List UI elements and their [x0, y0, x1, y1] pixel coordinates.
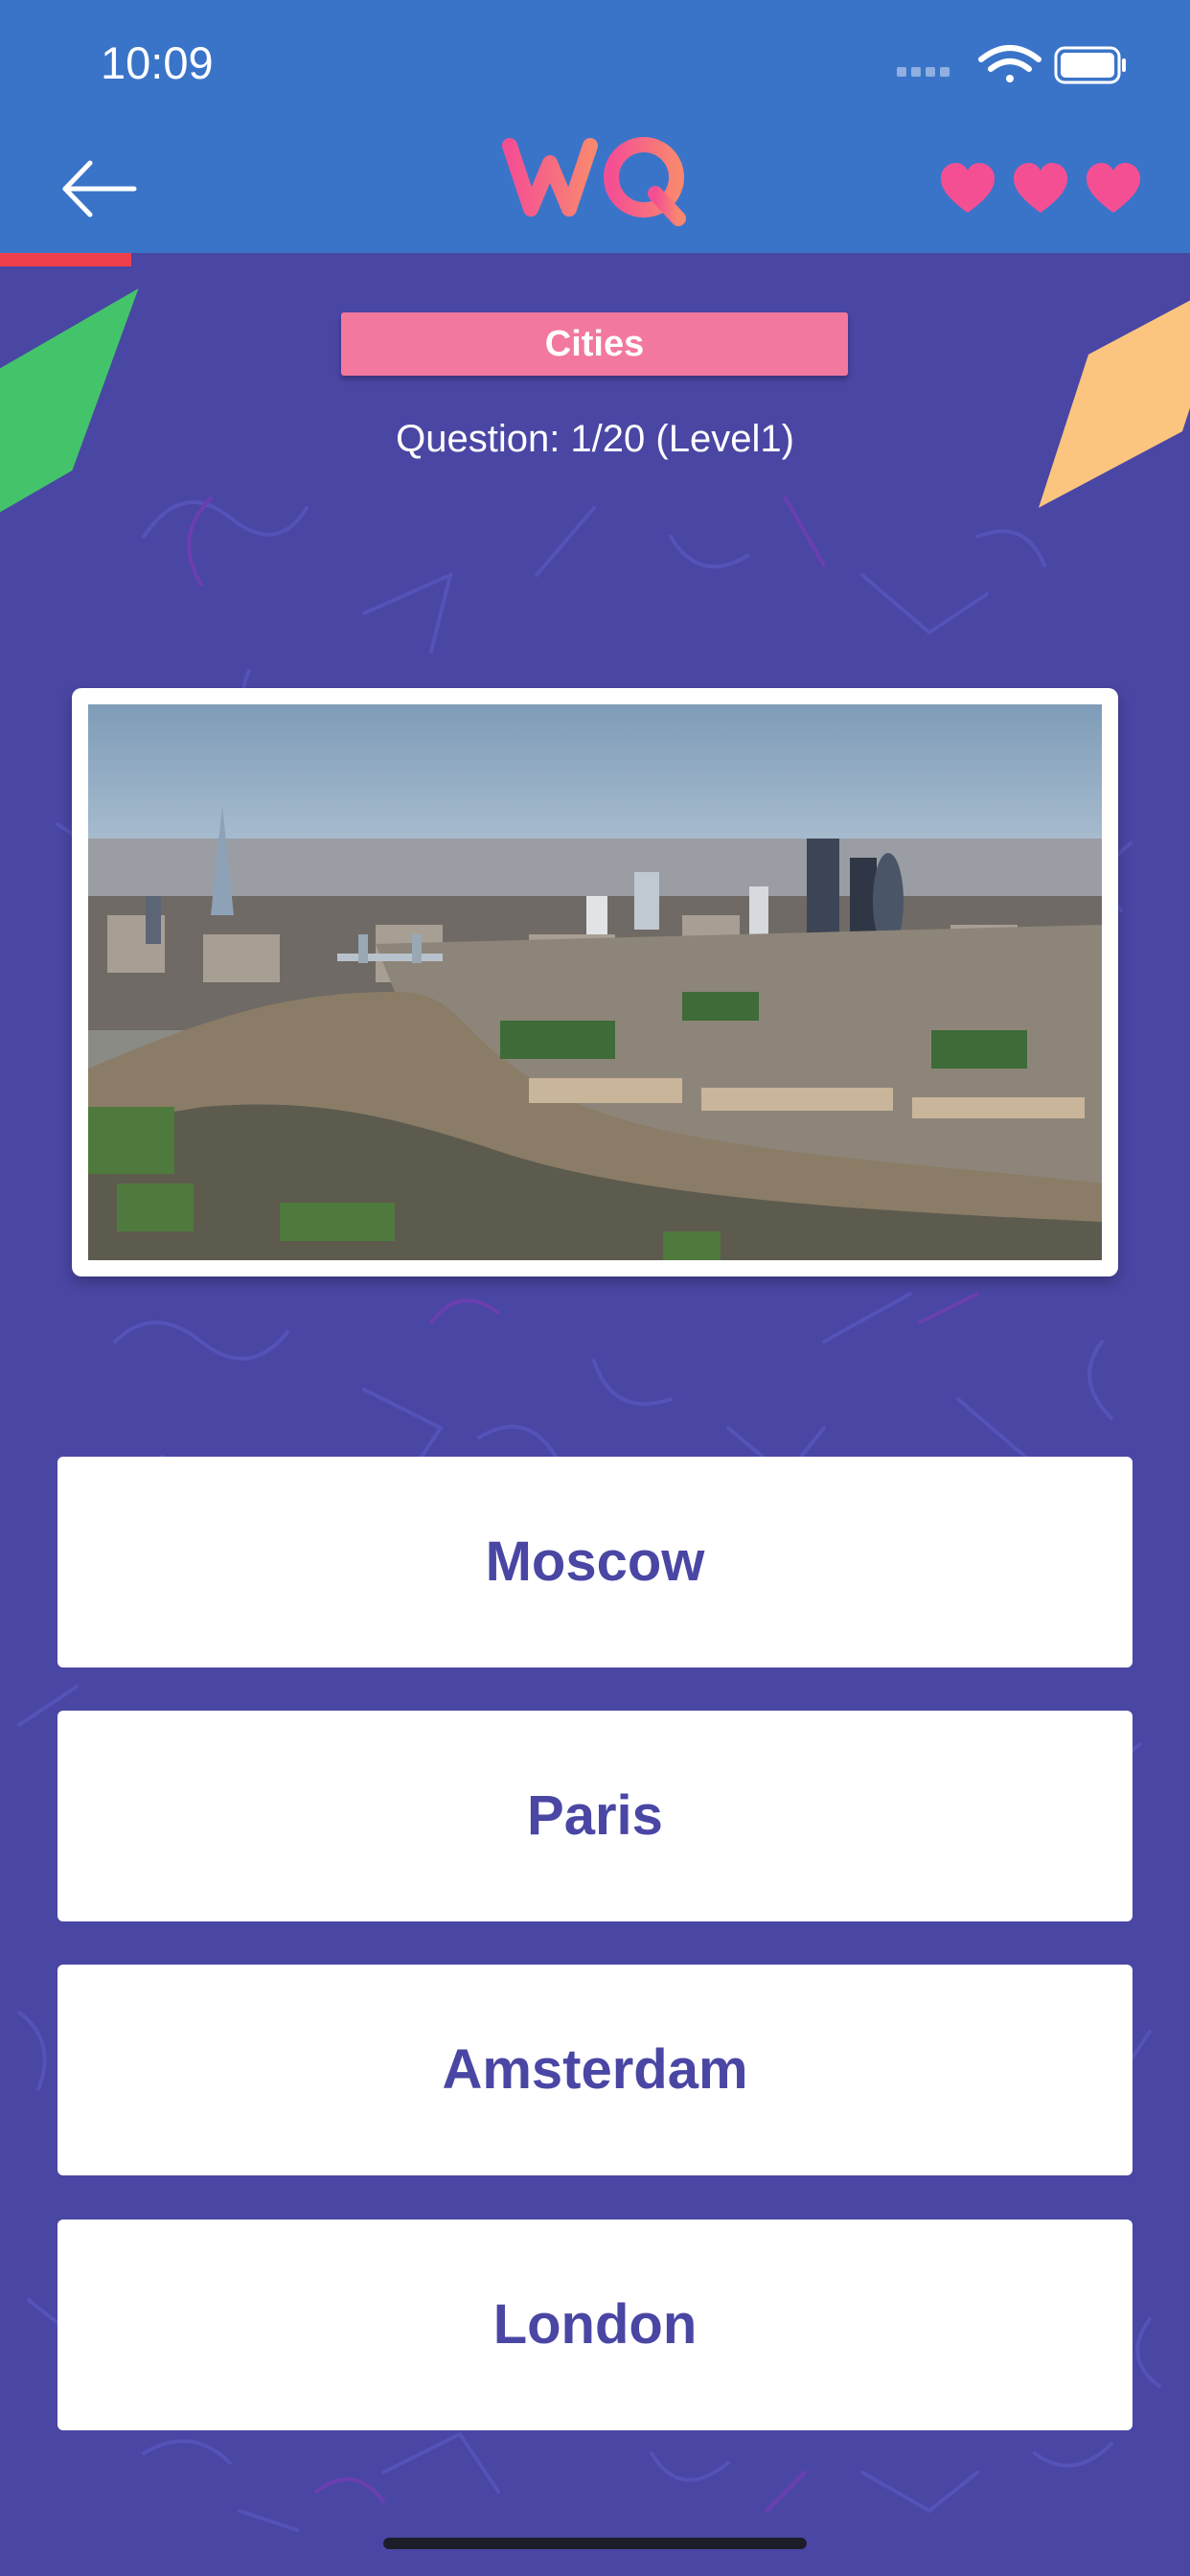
answer-button-1[interactable]: Moscow	[57, 1457, 1133, 1668]
answer-button-2[interactable]: Paris	[57, 1711, 1133, 1921]
answer-button-3[interactable]: Amsterdam	[57, 1965, 1133, 2175]
heart-icon	[941, 163, 995, 213]
answer-button-4[interactable]: London	[57, 2220, 1133, 2430]
question-image-frame	[72, 688, 1118, 1276]
lives-hearts	[939, 161, 1142, 218]
wq-logo	[502, 137, 686, 226]
cellular-signal-icon	[897, 67, 950, 77]
category-badge: Cities	[341, 312, 848, 376]
home-indicator	[383, 2538, 807, 2549]
status-icons	[897, 45, 1126, 84]
question-counter: Question: 1/20 (Level1)	[396, 418, 794, 460]
quiz-progress-bar	[0, 253, 1190, 266]
battery-icon	[1054, 46, 1126, 84]
back-arrow-icon[interactable]	[57, 153, 144, 224]
status-time: 10:09	[101, 37, 214, 88]
background-pattern	[17, 496, 1161, 2532]
quiz-progress-fill	[0, 253, 131, 266]
wifi-icon	[978, 45, 1041, 82]
heart-icon	[1087, 163, 1140, 213]
heart-icon	[1014, 163, 1067, 213]
city-skyline-photo	[88, 704, 1102, 1260]
